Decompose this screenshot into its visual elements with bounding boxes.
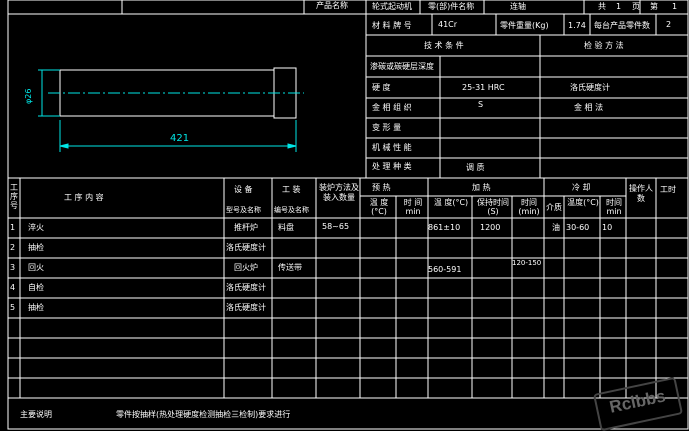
step-medium: 油: [552, 223, 560, 232]
product-name-label: 产品名称: [316, 1, 348, 10]
content-header: 工 序 内 容: [64, 193, 104, 202]
loading-header: 装炉方法及装入数量: [319, 183, 359, 202]
step-equipment: 推杆炉: [234, 223, 258, 232]
part-name-value: 连轴: [510, 2, 526, 11]
step-heat-time: 120-150: [512, 259, 542, 267]
workers-header: 操作人数: [629, 184, 653, 203]
length-dimension: 421: [170, 133, 190, 144]
material-grade-label: 材 料 牌 号: [372, 21, 412, 30]
part-weight-value: 1.74: [568, 21, 586, 30]
sheet-total-label: 共: [598, 2, 606, 11]
part-count-label: 每台产品零件数: [594, 21, 650, 30]
fixture-sub-header: 编号及名称: [274, 206, 309, 214]
hours-header: 工时: [660, 185, 676, 194]
cool-temp-header: 温度(°C): [567, 198, 599, 207]
step-no-header: 工序号: [10, 183, 18, 210]
step-content: 自检: [28, 283, 44, 292]
cool-header: 冷 却: [572, 183, 591, 192]
step-equipment: 洛氏硬度计: [226, 303, 266, 312]
tech-row-label: 硬 度: [372, 83, 391, 92]
sheet-no-label: 第: [650, 2, 658, 11]
cool-time-header: 时间min: [606, 198, 622, 216]
inspection-method-header: 检 验 方 法: [584, 41, 624, 50]
material-grade-value: 41Cr: [438, 20, 458, 29]
tech-row-value: 25-31 HRC: [462, 83, 505, 92]
preheat-header: 预 热: [372, 183, 391, 192]
preheat-time-header: 时 间 min: [403, 198, 423, 216]
heat-temp-header: 温 度(°C): [433, 198, 469, 207]
step-no: 1: [10, 223, 16, 232]
notes-text: 零件按抽样(热处理硬度检测抽检三检制)要求进行: [116, 410, 291, 419]
tech-row-method: 洛氏硬度计: [570, 83, 610, 92]
step-no: 3: [10, 263, 16, 272]
step-heat-temp: 861±10: [428, 223, 461, 232]
tech-conditions-header: 技 术 条 件: [424, 41, 464, 50]
diameter-dimension: φ26: [24, 88, 33, 104]
sheet-total-unit: 页: [632, 2, 640, 11]
step-no: 5: [10, 303, 16, 312]
drawing-canvas: [7, 0, 689, 430]
equipment-sub-header: 型号及名称: [226, 206, 261, 214]
product-name-value: 轮式起动机: [372, 2, 412, 11]
tech-row-label: 渗碳或碳硬层深度: [370, 62, 434, 71]
tech-row-label: 处 理 种 类: [372, 162, 412, 171]
tech-row-label: 金 相 组 织: [372, 103, 412, 112]
medium-header: 介质: [546, 203, 562, 212]
sheet-no-value: 1: [672, 2, 678, 11]
step-cool-temp: 30-60: [566, 223, 590, 232]
step-no: 4: [10, 283, 16, 292]
step-fixture: 料盘: [278, 223, 294, 232]
part-weight-label: 零件重量(Kg): [500, 21, 549, 30]
heat-time-header: 时间(min): [518, 198, 540, 216]
step-heat-hold: 1200: [480, 223, 501, 232]
step-heat-temp: 560-591: [428, 265, 462, 274]
part-count-value: 2: [666, 20, 672, 29]
sheet-total-value: 1: [616, 2, 622, 11]
heat-hold-header: 保持时间(S): [477, 198, 509, 216]
step-content: 抽检: [28, 303, 44, 312]
tech-row-value: S: [478, 100, 484, 109]
step-fixture: 传送带: [278, 263, 302, 272]
tech-row-label: 机 械 性 能: [372, 143, 412, 152]
drawing-frame: [7, 0, 689, 430]
step-content: 抽检: [28, 243, 44, 252]
notes-label: 主要说明: [20, 410, 52, 419]
tech-row-method: 金 相 法: [574, 103, 604, 112]
step-cool-time: 10: [602, 223, 613, 232]
step-equipment: 回火炉: [234, 263, 258, 272]
step-equipment: 洛氏硬度计: [226, 243, 266, 252]
tech-row-value: 调 质: [466, 163, 485, 172]
preheat-temp-header: 温 度(°C): [369, 198, 389, 216]
equipment-header: 设 备: [234, 185, 253, 194]
step-loading: 58~65: [322, 222, 350, 231]
heat-header: 加 热: [472, 183, 491, 192]
step-equipment: 洛氏硬度计: [226, 283, 266, 292]
step-content: 淬火: [28, 223, 44, 232]
step-content: 回火: [28, 263, 44, 272]
step-no: 2: [10, 243, 16, 252]
part-name-label: 零(部)件名称: [428, 2, 475, 11]
tech-row-label: 变 形 量: [372, 123, 402, 132]
fixture-header: 工 装: [282, 185, 301, 194]
